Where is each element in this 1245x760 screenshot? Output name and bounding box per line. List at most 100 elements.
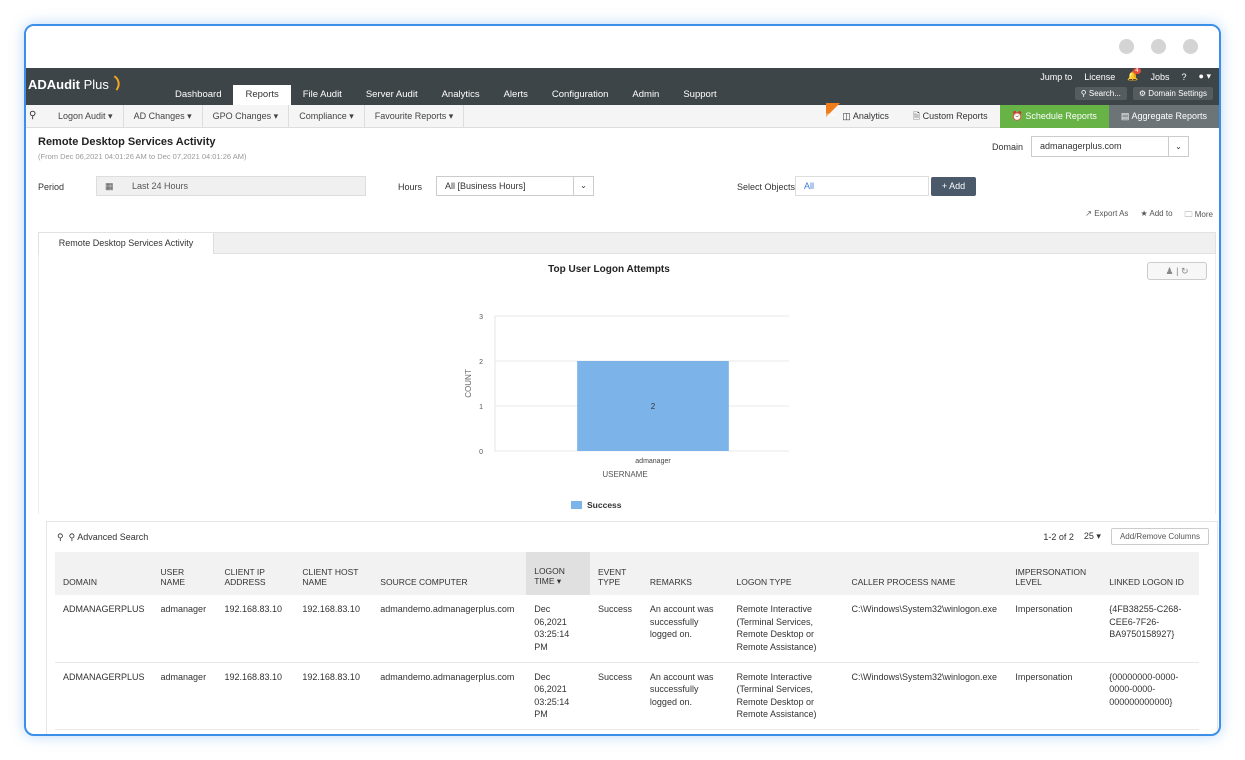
period-value: Last 24 Hours [132,181,189,191]
column-linked-logon-id[interactable]: LINKED LOGON ID [1101,552,1199,595]
utility-links: Jump to License 🔔 4 Jobs ? ● ▾ [1040,68,1211,82]
cell-caller-process-name: C:\Windows\System32\winlogon.exe [843,662,1008,730]
domain-settings-button[interactable]: ⚙ Domain Settings [1132,87,1213,100]
column-caller-process-name[interactable]: CALLER PROCESS NAME [843,552,1008,595]
page-title: Remote Desktop Services Activity [38,136,216,148]
page-size-value: 25 [1083,531,1094,541]
jobs-link[interactable]: Jobs [1151,72,1170,82]
add-objects-button[interactable]: + Add [931,177,976,196]
export-label: Export As [1094,209,1129,218]
add-to-button[interactable]: ★ Add to [1140,209,1172,223]
subnav-ad-changes[interactable]: AD Changes ▾ [124,105,203,128]
tab-analytics[interactable]: Analytics [430,85,492,105]
cell-remarks: An account was successfully logged on. [641,662,729,730]
cell-client-host-name: 192.168.83.10 [294,662,373,730]
main-tabs: Dashboard Reports File Audit Server Audit An… [163,85,729,105]
column-label: LINKED LOGON ID [1109,577,1184,587]
bar-chart: 0 1 2 3 COUNT 2 admanager USERNAME Success [464,314,789,510]
subnav-favourite-reports[interactable]: Favourite Reports ▾ [365,105,465,128]
cell-source-computer: admandemo.admanagerplus.com [372,595,527,663]
hours-select[interactable]: All [Business Hours] ⌄ [436,176,594,196]
aggregate-reports-button[interactable]: ▤ Aggregate Reports [1108,105,1219,128]
tab-configuration[interactable]: Configuration [540,85,621,105]
help-icon[interactable]: ? [1182,72,1187,82]
license-link[interactable]: License [1084,72,1115,82]
page-size-select[interactable]: 25 ▾ [1084,531,1101,542]
tab-support[interactable]: Support [671,85,728,105]
app-logo[interactable]: ADAudit Plus [28,75,124,92]
subnav-label: Favourite Reports [374,111,447,121]
column-logon-time[interactable]: LOGON TIME ▾ [526,552,590,595]
column-user-name[interactable]: USER NAME [152,552,217,595]
column-event-type[interactable]: EVENT TYPE [589,552,642,595]
new-tag: NEW [826,103,841,117]
page-range: 1-2 of 2 [1043,531,1074,542]
tab-remote-desktop-activity[interactable]: Remote Desktop Services Activity [39,233,214,254]
column-impersonation-level[interactable]: IMPERSONATION LEVEL [1007,552,1102,595]
sort-desc-icon[interactable]: ▾ [555,576,561,586]
subnav-label: AD Changes [133,111,185,121]
legend-label-success: Success [587,500,622,510]
column-label: LOGON TYPE [736,577,792,587]
chart-area: Top User Logon Attempts ♟ | ↻ 0 1 2 3 COUNT 2… [38,254,1216,514]
period-select[interactable]: ▦ Last 24 Hours [96,176,366,196]
cell-logon-type: Remote Interactive (Terminal Services, R… [728,595,844,663]
gear-icon: ⚙ [1138,89,1147,98]
column-source-computer[interactable]: SOURCE COMPUTER [372,552,527,595]
more-button[interactable]: 🗀 More [1185,209,1213,223]
results-table: DOMAIN USER NAME CLIENT IP ADDRESS CLIENT H… [55,552,1199,730]
more-label: More [1194,210,1213,219]
x-axis-label: USERNAME [602,470,647,479]
tab-alerts[interactable]: Alerts [492,85,540,105]
jump-to-link[interactable]: Jump to [1040,72,1072,82]
column-client-ip-address[interactable]: CLIENT IP ADDRESS [216,552,295,595]
column-client-host-name[interactable]: CLIENT HOST NAME [294,552,373,595]
report-search-icon[interactable]: ⚲ [29,110,36,121]
tab-dashboard[interactable]: Dashboard [163,85,233,105]
domain-label: Domain [992,142,1024,152]
schedule-reports-button[interactable]: ⏰ Schedule Reports [999,105,1109,128]
select-objects-input[interactable]: All [795,176,929,196]
export-as-button[interactable]: ↗ Export As [1085,209,1128,223]
cell-user-name: admanager [152,595,217,663]
window-dot-1[interactable] [1119,39,1134,54]
custom-reports-button[interactable]: 🗎 Custom Reports [901,105,1000,128]
caret-down-icon: ▾ [446,111,454,121]
pagination: 1-2 of 2 25 ▾ Add/Remove Columns [1043,528,1209,545]
column-logon-type[interactable]: LOGON TYPE [728,552,844,595]
column-domain[interactable]: DOMAIN [55,552,153,595]
add-to-label: Add to [1149,209,1173,218]
table-row[interactable]: ADMANAGERPLUS admanager 192.168.83.10 192.1… [55,595,1199,663]
notification-badge: 4 [1133,68,1141,74]
table-row[interactable]: ADMANAGERPLUS admanager 192.168.83.10 192.1… [55,662,1199,730]
subnav-gpo-changes[interactable]: GPO Changes ▾ [203,105,290,128]
caret-down-icon: ▾ [184,111,192,121]
x-tick-label: admanager [635,458,671,465]
bell-icon[interactable]: 🔔 4 [1127,68,1141,82]
star-icon: ★ [1140,209,1148,218]
tab-reports[interactable]: Reports [233,85,291,105]
tab-server-audit[interactable]: Server Audit [354,85,430,105]
domain-select[interactable]: admanagerplus.com ⌄ [1031,136,1189,157]
chart-toggle-buttons[interactable]: ♟ | ↻ [1147,262,1207,280]
search-plus-icon: ⚲ [68,532,76,542]
subnav-logon-audit[interactable]: Logon Audit ▾ [48,105,124,128]
search-icon: ⚲ [57,532,64,542]
report-tabs: Remote Desktop Services Activity [38,232,1216,254]
aggregate-reports-label: Aggregate Reports [1131,111,1207,121]
user-avatar-icon[interactable]: ● ▾ [1199,71,1211,82]
analytics-button[interactable]: NEW ◫ Analytics [826,103,901,128]
cell-logon-type: Remote Interactive (Terminal Services, R… [728,662,844,730]
window-dot-3[interactable] [1183,39,1198,54]
advanced-search-link[interactable]: ⚲ ⚲ Advanced Search [57,532,148,543]
global-search-button[interactable]: ⚲ Search... [1074,87,1127,100]
caret-down-icon: ▾ [346,111,354,121]
domain-value: admanagerplus.com [1040,141,1122,151]
y-tick-label: 0 [479,449,483,456]
subnav-compliance[interactable]: Compliance ▾ [289,105,365,128]
window-dot-2[interactable] [1151,39,1166,54]
add-remove-columns-button[interactable]: Add/Remove Columns [1110,528,1209,545]
column-remarks[interactable]: REMARKS [641,552,729,595]
tab-admin[interactable]: Admin [620,85,671,105]
tab-file-audit[interactable]: File Audit [291,85,354,105]
